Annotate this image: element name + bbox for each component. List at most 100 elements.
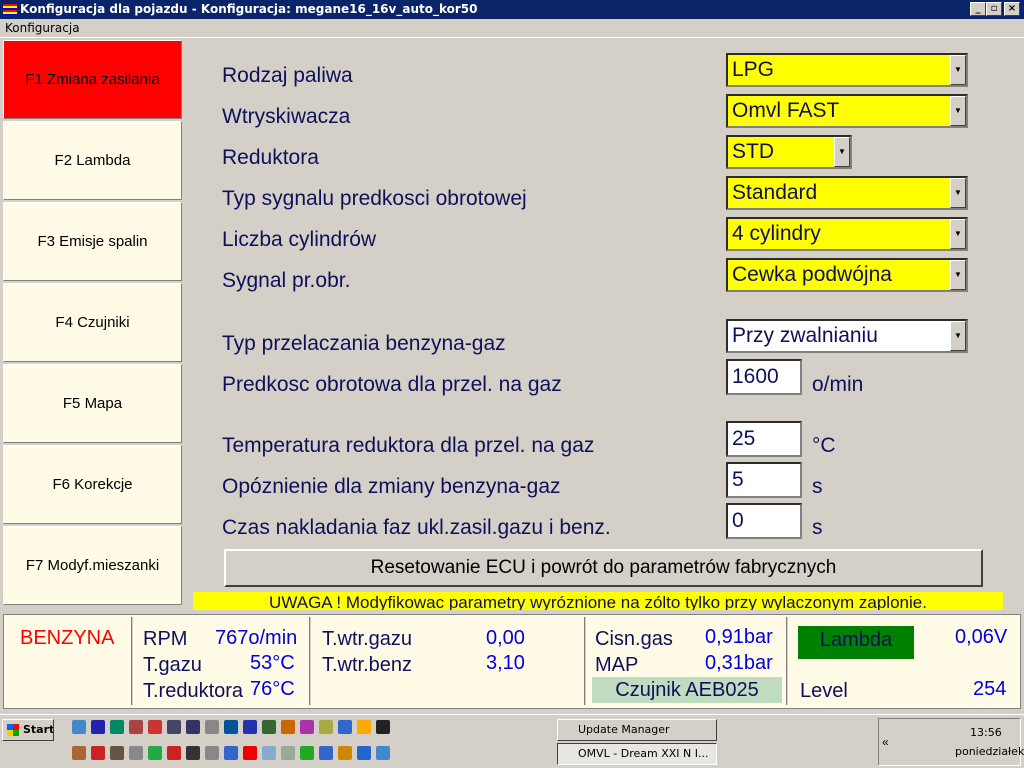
- quick-launch-icon[interactable]: [205, 746, 219, 760]
- minimize-button[interactable]: _: [970, 2, 986, 16]
- sidebar-item-f3[interactable]: F3 Emisje spalin: [3, 202, 182, 281]
- quick-launch-icon[interactable]: [167, 746, 181, 760]
- quick-launch-icon[interactable]: [148, 720, 162, 734]
- quick-launch-icon[interactable]: [319, 746, 333, 760]
- reset-ecu-button[interactable]: Resetowanie ECU i powrót do parametrów f…: [224, 549, 983, 587]
- quick-launch-icon[interactable]: [224, 746, 238, 760]
- unit-czas: s: [812, 516, 823, 539]
- tray-expand-icon[interactable]: «: [882, 735, 889, 749]
- sidebar-item-f2[interactable]: F2 Lambda: [3, 121, 182, 200]
- chevron-down-icon[interactable]: ▼: [950, 178, 966, 208]
- quick-launch-icon[interactable]: [376, 746, 390, 760]
- quick-launch-icon[interactable]: [91, 720, 105, 734]
- tgazu-value: 53°C: [250, 652, 295, 674]
- quick-launch-icon[interactable]: [243, 746, 257, 760]
- title-bar: Konfiguracja dla pojazdu - Konfiguracja:…: [0, 0, 1024, 19]
- quick-launch-icon[interactable]: [167, 720, 181, 734]
- rpm-label: RPM: [143, 628, 188, 650]
- quick-launch-icon[interactable]: [300, 720, 314, 734]
- lambda-indicator: Lambda: [798, 626, 914, 659]
- close-button[interactable]: ×: [1004, 2, 1020, 16]
- select-value: STD: [732, 140, 774, 163]
- menu-bar: Konfiguracja: [0, 19, 1024, 38]
- select-typ-przelaczania[interactable]: Przy zwalnianiu ▼: [726, 319, 968, 353]
- label-liczba-cylindrow: Liczba cylindrów: [222, 228, 377, 251]
- task-label: OMVL - Dream XXI N I...: [578, 747, 709, 760]
- sidebar-item-f5[interactable]: F5 Mapa: [3, 364, 182, 443]
- label-opoznienie: Opóznienie dla zmiany benzyna-gaz: [222, 475, 561, 498]
- unit-predkosc: o/min: [812, 373, 864, 396]
- quick-launch-icon[interactable]: [72, 746, 86, 760]
- quick-launch-icon[interactable]: [262, 720, 276, 734]
- select-sygnal[interactable]: Cewka podwójna ▼: [726, 258, 968, 292]
- quick-launch-icon[interactable]: [91, 746, 105, 760]
- select-rodzaj-paliwa[interactable]: LPG ▼: [726, 53, 968, 87]
- quick-launch-icon[interactable]: [186, 720, 200, 734]
- quick-launch: [72, 720, 392, 766]
- treduktora-value: 76°C: [250, 678, 295, 700]
- quick-launch-icon[interactable]: [110, 720, 124, 734]
- label-rodzaj-paliwa: Rodzaj paliwa: [222, 64, 353, 87]
- quick-launch-icon[interactable]: [262, 746, 276, 760]
- sensor-badge: Czujnik AEB025: [592, 677, 782, 703]
- select-value: Standard: [732, 181, 818, 204]
- quick-launch-icon[interactable]: [281, 746, 295, 760]
- select-value: Przy zwalnianiu: [732, 324, 878, 347]
- map-value: 0,31bar: [705, 652, 773, 674]
- select-wtryskiwacza[interactable]: Omvl FAST ▼: [726, 94, 968, 128]
- quick-launch-icon[interactable]: [281, 720, 295, 734]
- quick-launch-icon[interactable]: [338, 746, 352, 760]
- menu-konfiguracja[interactable]: Konfiguracja: [5, 21, 80, 35]
- quick-launch-icon[interactable]: [205, 720, 219, 734]
- quick-launch-icon[interactable]: [110, 746, 124, 760]
- twtrgazu-label: T.wtr.gazu: [322, 628, 413, 650]
- start-label: Start: [23, 723, 54, 736]
- quick-launch-icon[interactable]: [148, 746, 162, 760]
- input-temperatura[interactable]: 25: [726, 421, 802, 457]
- quick-launch-icon[interactable]: [186, 746, 200, 760]
- task-omvl[interactable]: OMVL - Dream XXI N I...: [557, 743, 717, 765]
- label-czas: Czas nakladania faz ukl.zasil.gazu i ben…: [222, 516, 611, 539]
- chevron-down-icon[interactable]: ▼: [950, 260, 966, 290]
- sidebar-item-f6[interactable]: F6 Korekcje: [3, 445, 182, 524]
- level-value: 254: [973, 678, 1007, 700]
- app-icon: [3, 4, 17, 15]
- quick-launch-icon[interactable]: [357, 746, 371, 760]
- map-label: MAP: [595, 654, 639, 676]
- clock-time[interactable]: 13:56: [970, 726, 1002, 739]
- sidebar-item-f7[interactable]: F7 Modyf.mieszanki: [3, 526, 182, 605]
- start-button[interactable]: Start: [2, 719, 54, 741]
- quick-launch-icon[interactable]: [338, 720, 352, 734]
- rpm-value: 767o/min: [215, 627, 298, 649]
- level-label: Level: [800, 680, 848, 702]
- task-label: Update Manager: [578, 723, 670, 736]
- sidebar-item-f4[interactable]: F4 Czujniki: [3, 283, 182, 362]
- input-opoznienie[interactable]: 5: [726, 462, 802, 498]
- chevron-down-icon[interactable]: ▼: [834, 137, 850, 167]
- quick-launch-icon[interactable]: [300, 746, 314, 760]
- windows-logo-icon: [7, 724, 19, 736]
- quick-launch-icon[interactable]: [243, 720, 257, 734]
- chevron-down-icon[interactable]: ▼: [950, 55, 966, 85]
- chevron-down-icon[interactable]: ▼: [950, 219, 966, 249]
- quick-launch-icon[interactable]: [376, 720, 390, 734]
- quick-launch-icon[interactable]: [357, 720, 371, 734]
- sidebar-item-f1[interactable]: F1 Zmiana zasilania: [3, 40, 182, 119]
- quick-launch-icon[interactable]: [129, 720, 143, 734]
- twtrgazu-value: 0,00: [486, 627, 525, 649]
- quick-launch-icon[interactable]: [224, 720, 238, 734]
- select-reduktora[interactable]: STD ▼: [726, 135, 852, 169]
- unit-opoznienie: s: [812, 475, 823, 498]
- task-update-manager[interactable]: Update Manager: [557, 719, 717, 741]
- chevron-down-icon[interactable]: ▼: [950, 96, 966, 126]
- quick-launch-icon[interactable]: [72, 720, 86, 734]
- warning-banner: UWAGA ! Modyfikowac parametry wyróznione…: [193, 592, 1003, 610]
- input-predkosc[interactable]: 1600: [726, 359, 802, 395]
- select-liczba-cylindrow[interactable]: 4 cylindry ▼: [726, 217, 968, 251]
- select-typ-sygnalu[interactable]: Standard ▼: [726, 176, 968, 210]
- quick-launch-icon[interactable]: [129, 746, 143, 760]
- chevron-down-icon[interactable]: ▼: [950, 321, 966, 351]
- maximize-button[interactable]: ▫: [986, 2, 1002, 16]
- quick-launch-icon[interactable]: [319, 720, 333, 734]
- input-czas[interactable]: 0: [726, 503, 802, 539]
